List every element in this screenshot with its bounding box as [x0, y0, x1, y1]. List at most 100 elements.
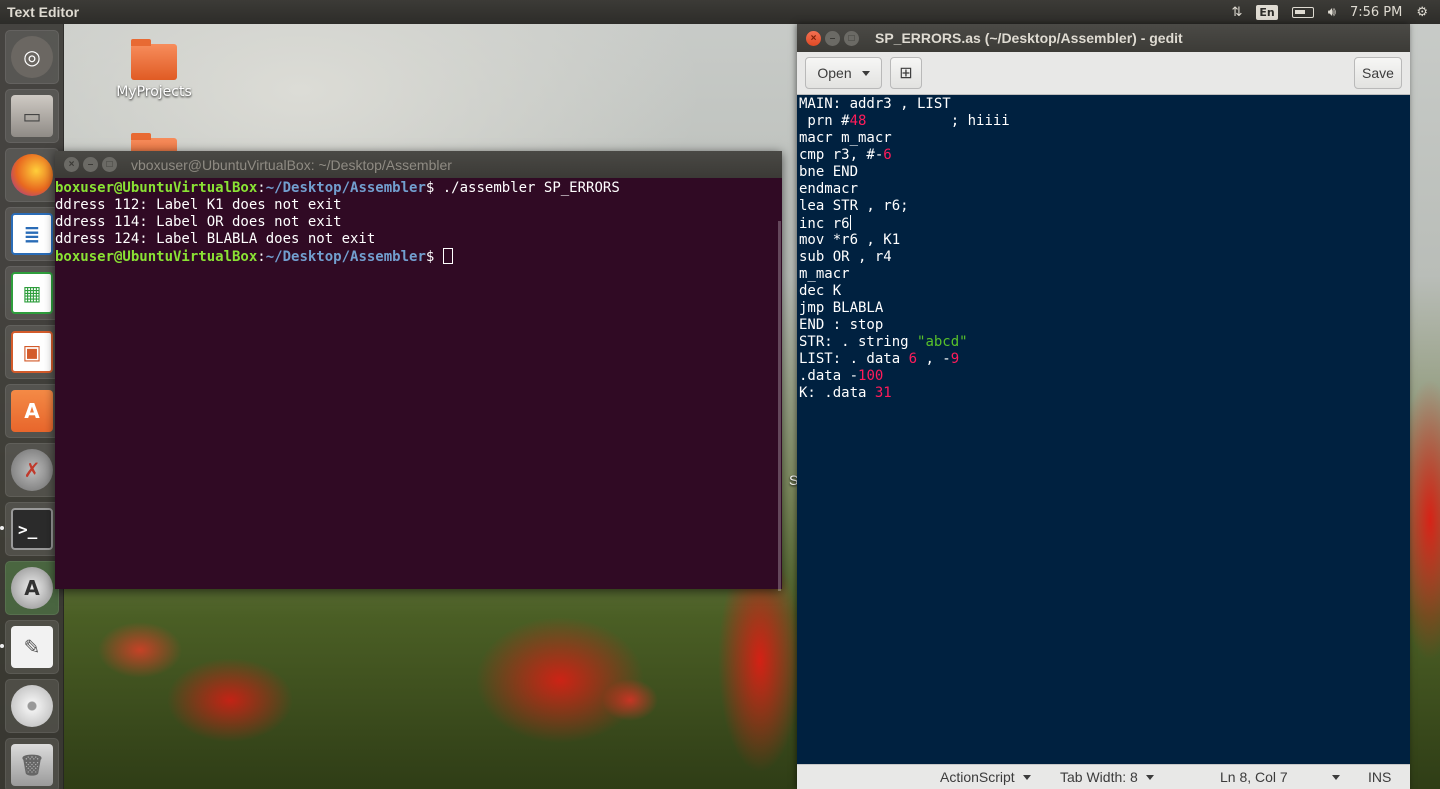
launcher-item-writer[interactable]: ≣ [5, 207, 59, 261]
tab-width-selector[interactable]: Tab Width: 8 [1060, 769, 1154, 785]
prompt-user: boxuser@UbuntuVirtualBox [55, 180, 258, 196]
desktop-icon-myprojects[interactable]: MyProjects [108, 39, 200, 100]
code-text: endmacr [799, 181, 859, 197]
code-number: 100 [858, 368, 884, 384]
terminal-line: ddress 114: Label OR does not exit [55, 214, 782, 231]
launcher-item-settings[interactable]: ✗ [5, 443, 59, 497]
volume-icon[interactable]: 🔊︎ [1328, 5, 1336, 20]
code-text: prn # [799, 113, 850, 129]
keyboard-layout-indicator[interactable]: En [1256, 4, 1278, 20]
network-arrows-icon[interactable]: ⇅ [1231, 5, 1242, 20]
clock[interactable]: 7:56 PM [1350, 5, 1402, 20]
insert-mode-label: INS [1368, 769, 1392, 785]
code-text: K: .data [799, 385, 875, 401]
top-panel: Text Editor ⇅ En 🔊︎ 7:56 PM ⚙ [0, 0, 1440, 24]
code-text: bne END [799, 164, 859, 180]
folder-icon [131, 39, 177, 80]
language-selector[interactable]: ActionScript [940, 769, 1031, 785]
new-document-icon: ⊞ [899, 65, 913, 82]
minimize-icon[interactable]: – [825, 30, 840, 46]
code-line: sub OR , r4 [799, 249, 1410, 266]
maximize-icon[interactable]: □ [844, 30, 859, 46]
code-text: , - [917, 351, 951, 367]
terminal-prompt-icon: >_ [11, 508, 53, 550]
code-number: 9 [950, 351, 960, 367]
code-line: macr m_macr [799, 130, 1410, 147]
code-line: prn #48 ; hiiii [799, 113, 1410, 130]
terminal-output[interactable]: boxuser@UbuntuVirtualBox:~/Desktop/Assem… [55, 178, 782, 266]
code-editor[interactable]: MAIN: addr3 , LIST prn #48 ; hiiii macr m… [797, 95, 1410, 764]
active-app-title: Text Editor [7, 4, 80, 20]
minimize-icon[interactable]: – [83, 157, 98, 172]
code-line: mov *r6 , K1 [799, 232, 1410, 249]
new-tab-button[interactable]: ⊞ [890, 57, 922, 89]
cursor-position-label: Ln 8, Col 7 [1220, 769, 1288, 785]
code-line: MAIN: addr3 , LIST [799, 96, 1410, 113]
launcher-item-software[interactable]: A [5, 384, 59, 438]
text-caret [849, 215, 851, 230]
maximize-icon[interactable]: □ [102, 157, 117, 172]
terminal-line: ddress 112: Label K1 does not exit [55, 197, 782, 214]
code-line: endmacr [799, 181, 1410, 198]
launcher-item-text-editor[interactable]: ✎ [5, 620, 59, 674]
cursor-position-selector[interactable]: Ln 8, Col 7 [1220, 769, 1340, 785]
code-text: jmp BLABLA [799, 300, 884, 316]
gedit-toolbar: Open ⊞ Save [797, 52, 1410, 95]
code-line: bne END [799, 164, 1410, 181]
launcher-item-calc[interactable]: ▦ [5, 266, 59, 320]
close-icon[interactable]: × [64, 157, 79, 172]
code-text: macr m_macr [799, 130, 892, 146]
prompt-path: ~/Desktop/Assembler [265, 249, 426, 265]
code-line: lea STR , r6; [799, 198, 1410, 215]
launcher-item-updater[interactable]: A [5, 561, 59, 615]
text-editor-icon: ✎ [11, 626, 53, 668]
running-indicator [0, 644, 4, 648]
shopping-bag-icon: A [11, 390, 53, 432]
close-icon[interactable]: × [806, 30, 821, 46]
code-line: .data -100 [799, 368, 1410, 385]
launcher-item-impress[interactable]: ▣ [5, 325, 59, 379]
terminal-scrollbar[interactable] [778, 221, 781, 591]
tab-width-label: Tab Width: 8 [1060, 769, 1138, 785]
updater-icon: A [11, 567, 53, 609]
gedit-title: SP_ERRORS.as (~/Desktop/Assembler) - ged… [875, 30, 1183, 46]
code-text: ; hiiii [866, 113, 1010, 129]
save-button[interactable]: Save [1354, 57, 1402, 89]
terminal-titlebar[interactable]: × – □ vboxuser@UbuntuVirtualBox: ~/Deskt… [55, 151, 782, 178]
trash-icon: 🗑︎ [11, 744, 53, 786]
chevron-down-icon [1331, 774, 1340, 780]
code-text: MAIN: addr3 , LIST [799, 96, 951, 112]
code-text: dec K [799, 283, 842, 299]
gedit-window[interactable]: × – □ SP_ERRORS.as (~/Desktop/Assembler)… [797, 24, 1410, 789]
impress-slide-icon: ▣ [11, 331, 53, 373]
terminal-line: boxuser@UbuntuVirtualBox:~/Desktop/Assem… [55, 180, 620, 196]
chevron-down-icon [861, 70, 870, 76]
terminal-line: boxuser@UbuntuVirtualBox:~/Desktop/Assem… [55, 248, 782, 266]
power-gear-icon[interactable]: ⚙ [1416, 5, 1428, 20]
code-line: jmp BLABLA [799, 300, 1410, 317]
terminal-window[interactable]: × – □ vboxuser@UbuntuVirtualBox: ~/Deskt… [55, 151, 782, 591]
launcher-item-files[interactable]: ▭ [5, 89, 59, 143]
code-text: lea STR , r6; [799, 198, 909, 214]
launcher-item-firefox[interactable] [5, 148, 59, 202]
battery-icon[interactable] [1291, 6, 1314, 18]
indicator-area: ⇅ En 🔊︎ 7:56 PM ⚙ [1231, 4, 1428, 20]
gedit-statusbar: ActionScript Tab Width: 8 Ln 8, Col 7 IN… [797, 764, 1410, 789]
launcher-item-trash[interactable]: 🗑︎ [5, 738, 59, 789]
code-line: inc r6 [799, 215, 1410, 232]
writer-doc-icon: ≣ [11, 213, 53, 255]
launcher-item-dvd[interactable] [5, 679, 59, 733]
launcher-item-dash[interactable]: ◎ [5, 30, 59, 84]
save-button-label: Save [1362, 65, 1394, 81]
running-indicator [0, 526, 4, 530]
code-number: 6 [883, 147, 892, 163]
launcher-item-terminal[interactable]: >_ [5, 502, 59, 556]
gedit-titlebar[interactable]: × – □ SP_ERRORS.as (~/Desktop/Assembler)… [797, 24, 1410, 52]
code-text: inc r6 [799, 216, 850, 232]
code-line: END : stop [799, 317, 1410, 334]
code-number: 31 [874, 385, 892, 401]
terminal-cursor [442, 248, 453, 264]
optical-disc-icon [11, 685, 53, 727]
code-number: 6 [908, 351, 918, 367]
open-button[interactable]: Open [805, 57, 882, 89]
